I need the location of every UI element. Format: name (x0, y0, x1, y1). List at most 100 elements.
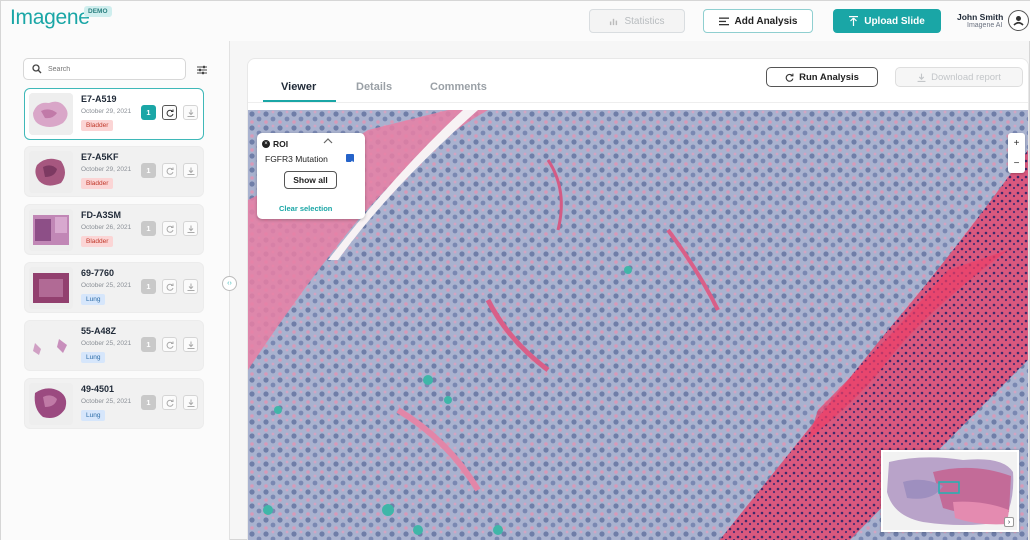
filter-sliders-icon[interactable] (197, 65, 207, 75)
tissue-tag: Lung (81, 352, 106, 363)
download-report-button[interactable]: Download report (895, 67, 1023, 87)
tissue-tag: Lung (81, 410, 106, 421)
show-all-button[interactable]: Show all (284, 171, 337, 189)
search-input[interactable] (48, 62, 178, 76)
analysis-count-badge[interactable]: 1 (141, 221, 156, 236)
zoom-out-button[interactable]: − (1008, 153, 1025, 173)
zoom-in-button[interactable]: + (1008, 133, 1025, 153)
analysis-count-badge[interactable]: 1 (141, 105, 156, 120)
slide-thumbnail (29, 151, 73, 193)
list-icon (718, 17, 729, 25)
download-icon (187, 399, 194, 407)
add-analysis-button[interactable]: Add Analysis (703, 9, 813, 33)
chevrons-horizontal-icon: ‹› (227, 280, 232, 287)
upload-slide-button[interactable]: Upload Slide (833, 9, 941, 33)
analysis-count-badge[interactable]: 1 (141, 395, 156, 410)
clear-selection-link[interactable]: Clear selection (279, 204, 332, 213)
tab-divider (248, 102, 1028, 103)
refresh-button[interactable] (162, 163, 177, 178)
download-icon (187, 283, 194, 291)
download-icon (187, 109, 194, 117)
slide-card[interactable]: 49-4501 October 25, 2021 Lung 1 (24, 378, 204, 429)
slide-thumbnail (29, 267, 73, 309)
download-button[interactable] (183, 279, 198, 294)
slide-card[interactable]: 55-A48Z October 25, 2021 Lung 1 (24, 320, 204, 371)
download-icon (187, 341, 194, 349)
chevron-up-icon[interactable] (323, 137, 333, 145)
slide-viewer-canvas[interactable]: × ROI FGFR3 Mutation Show all Clear sele… (248, 110, 1028, 540)
download-report-label: Download report (931, 71, 1001, 83)
download-button[interactable] (183, 163, 198, 178)
overview-minimap[interactable]: › (881, 450, 1019, 532)
analysis-count-badge[interactable]: 1 (141, 337, 156, 352)
slide-card[interactable]: FD-A3SM October 26, 2021 Bladder 1 (24, 204, 204, 255)
slide-id: E7-A519 (81, 94, 117, 104)
user-organization: Imagene AI (967, 22, 1003, 29)
demo-badge: DEMO (84, 6, 112, 17)
minimap-image (883, 452, 1017, 530)
upload-slide-label: Upload Slide (864, 15, 925, 27)
statistics-label: Statistics (624, 15, 665, 27)
refresh-icon (166, 109, 173, 117)
refresh-icon (166, 225, 173, 233)
bar-chart-icon (610, 18, 618, 25)
fgfr3-mutation-checkbox[interactable] (346, 154, 354, 166)
slide-date: October 26, 2021 (81, 224, 132, 231)
search-icon (32, 64, 42, 74)
slide-thumbnail (29, 383, 73, 425)
roi-panel: × ROI FGFR3 Mutation Show all Clear sele… (257, 133, 365, 219)
collapse-sidebar-toggle[interactable]: ‹› (222, 276, 237, 291)
expand-minimap-button[interactable]: › (1004, 517, 1014, 527)
refresh-icon (166, 283, 173, 291)
refresh-button[interactable] (162, 395, 177, 410)
upload-icon (849, 16, 859, 26)
download-button[interactable] (183, 337, 198, 352)
user-name: John Smith (957, 12, 1004, 22)
analysis-count-badge[interactable]: 1 (141, 163, 156, 178)
refresh-button[interactable] (162, 221, 177, 236)
refresh-button[interactable] (162, 279, 177, 294)
tissue-tag: Bladder (81, 178, 114, 189)
slide-id: FD-A3SM (81, 210, 121, 220)
top-header: Imagene DEMO Statistics Add Analysis Upl… (1, 1, 1030, 41)
slide-card[interactable]: E7-A519 October 29, 2021 Bladder 1 (24, 88, 204, 140)
analysis-count-badge[interactable]: 1 (141, 279, 156, 294)
fgfr3-mutation-label: FGFR3 Mutation (265, 154, 328, 164)
tab-viewer[interactable]: Viewer (281, 81, 316, 93)
slide-thumbnail (29, 209, 73, 251)
download-icon (917, 73, 926, 82)
refresh-button[interactable] (162, 105, 177, 120)
slide-card[interactable]: E7-A5KF October 29, 2021 Bladder 1 (24, 146, 204, 197)
search-box (23, 58, 186, 80)
zoom-controls: + − (1008, 133, 1025, 173)
download-button[interactable] (183, 105, 198, 120)
tissue-tag: Bladder (81, 120, 114, 131)
run-analysis-button[interactable]: Run Analysis (766, 67, 878, 87)
slide-id: 69-7760 (81, 268, 115, 278)
tab-comments[interactable]: Comments (430, 81, 487, 93)
imagene-logo[interactable]: Imagene (10, 6, 90, 30)
add-analysis-label: Add Analysis (734, 15, 798, 27)
close-icon[interactable]: × (262, 140, 270, 148)
slide-card[interactable]: 69-7760 October 25, 2021 Lung 1 (24, 262, 204, 313)
slide-date: October 29, 2021 (81, 108, 132, 115)
download-icon (187, 225, 194, 233)
slide-thumbnail (29, 325, 73, 367)
slide-thumbnail (29, 93, 73, 135)
download-button[interactable] (183, 221, 198, 236)
tissue-tag: Bladder (81, 236, 114, 247)
refresh-button[interactable] (162, 337, 177, 352)
avatar[interactable] (1008, 10, 1029, 31)
statistics-button[interactable]: Statistics (589, 9, 685, 33)
slide-id: E7-A5KF (81, 152, 119, 162)
tab-details[interactable]: Details (356, 81, 392, 93)
active-tab-indicator (263, 100, 336, 102)
slide-date: October 25, 2021 (81, 282, 132, 289)
download-button[interactable] (183, 395, 198, 410)
slide-id: 55-A48Z (81, 326, 117, 336)
check-icon (347, 160, 353, 166)
slide-panel: Viewer Details Comments Run Analysis Dow… (247, 58, 1029, 540)
run-analysis-label: Run Analysis (799, 71, 859, 83)
refresh-icon (166, 399, 173, 407)
user-icon (1013, 16, 1024, 26)
